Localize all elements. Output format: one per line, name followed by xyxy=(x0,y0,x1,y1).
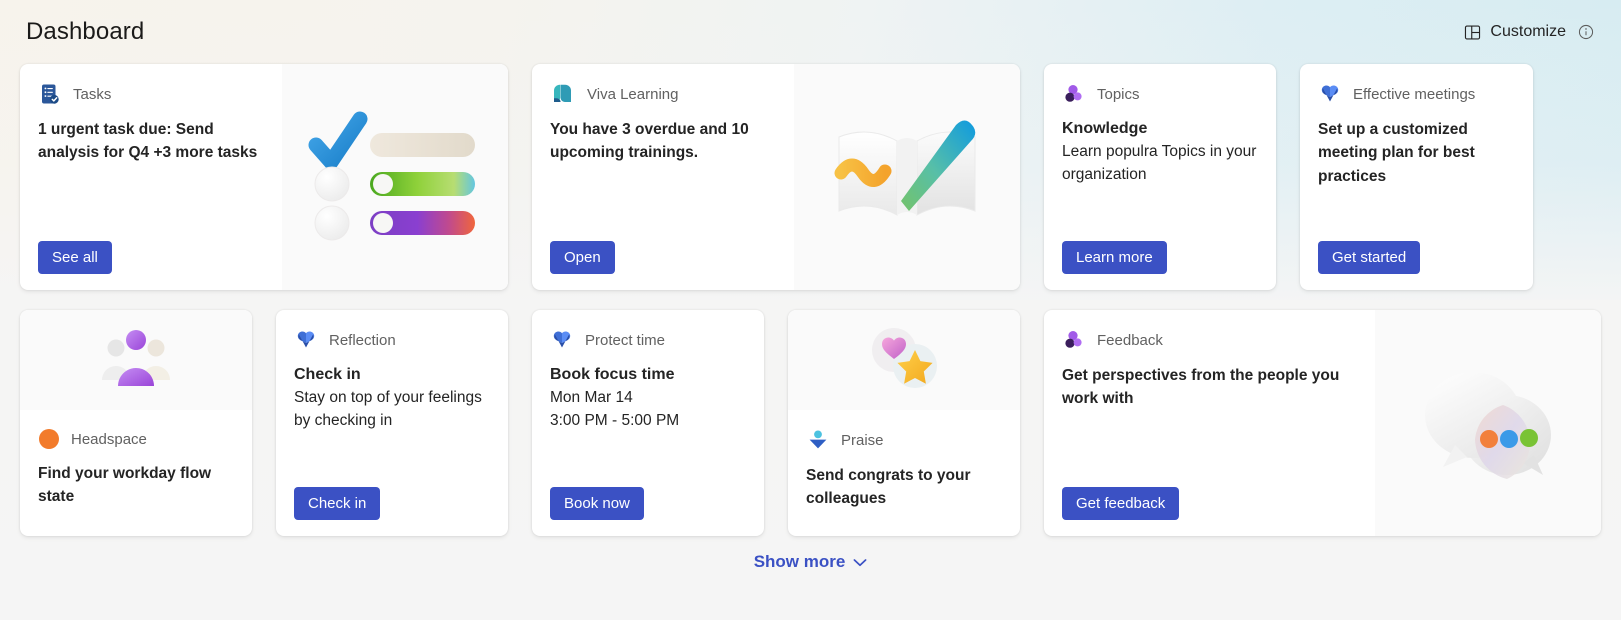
card-effective-meetings-brand-label: Effective meetings xyxy=(1353,85,1476,103)
card-praise-art xyxy=(788,310,1020,410)
cards-row-2: Headspace Find your workday flow state R… xyxy=(0,310,1621,536)
book-now-button[interactable]: Book now xyxy=(550,487,644,520)
card-viva-learning-art xyxy=(794,64,1020,290)
card-reflection-brand: Reflection xyxy=(294,328,490,352)
customize-label: Customize xyxy=(1490,23,1566,40)
check-in-button[interactable]: Check in xyxy=(294,487,381,520)
open-button[interactable]: Open xyxy=(550,241,615,274)
card-headspace-body: Headspace Find your workday flow state xyxy=(20,410,252,536)
card-viva-learning-body: Viva Learning You have 3 overdue and 10 … xyxy=(532,64,794,290)
card-effective-meetings[interactable]: Effective meetings Set up a customized m… xyxy=(1300,64,1533,290)
heart-and-star-illustration xyxy=(858,322,950,398)
card-topics-body: Topics Knowledge Learn populra Topics in… xyxy=(1044,64,1276,290)
see-all-button[interactable]: See all xyxy=(38,241,112,274)
header-actions: Customize xyxy=(1461,19,1595,46)
card-feedback-brand-label: Feedback xyxy=(1097,331,1163,349)
card-effective-meetings-headline: Set up a customized meeting plan for bes… xyxy=(1318,121,1475,185)
topics-icon xyxy=(1062,328,1086,352)
layout-grid-icon xyxy=(1463,23,1482,42)
learn-more-button[interactable]: Learn more xyxy=(1062,241,1167,274)
card-headspace[interactable]: Headspace Find your workday flow state xyxy=(20,310,252,536)
tasks-checklist-icon xyxy=(38,82,62,106)
cards-row-1: Tasks 1 urgent task due: Send analysis f… xyxy=(0,64,1621,290)
card-topics-brand-label: Topics xyxy=(1097,85,1140,103)
viva-insights-icon xyxy=(294,328,318,352)
card-protect-time-time: 3:00 PM - 5:00 PM xyxy=(550,411,680,429)
card-feedback-brand: Feedback xyxy=(1062,328,1357,352)
cards-board: Tasks 1 urgent task due: Send analysis f… xyxy=(0,64,1621,536)
card-tasks-art xyxy=(282,64,508,290)
card-topics-sub: Learn populra Topics in your organizatio… xyxy=(1062,142,1257,183)
card-topics[interactable]: Topics Knowledge Learn populra Topics in… xyxy=(1044,64,1276,290)
topics-icon xyxy=(1062,82,1086,106)
card-protect-time-headline: Book focus time xyxy=(550,366,675,383)
get-started-button[interactable]: Get started xyxy=(1318,241,1421,274)
card-feedback[interactable]: Feedback Get perspectives from the peopl… xyxy=(1044,310,1601,536)
info-circle-icon[interactable] xyxy=(1577,23,1595,41)
card-reflection-sub: Stay on top of your feelings by checking… xyxy=(294,388,482,429)
customize-button[interactable]: Customize xyxy=(1461,19,1568,46)
card-effective-meetings-body: Effective meetings Set up a customized m… xyxy=(1300,64,1533,290)
card-effective-meetings-brand: Effective meetings xyxy=(1318,82,1515,106)
card-headspace-headline: Find your workday flow state xyxy=(38,465,212,506)
card-viva-learning[interactable]: Viva Learning You have 3 overdue and 10 … xyxy=(532,64,1020,290)
card-protect-time-brand: Protect time xyxy=(550,328,746,352)
praise-person-icon xyxy=(806,428,830,452)
card-topics-brand: Topics xyxy=(1062,82,1258,106)
viva-insights-icon xyxy=(1318,82,1342,106)
card-praise-body: Praise Send congrats to your colleagues xyxy=(788,410,1020,536)
card-protect-time-body: Protect time Book focus time Mon Mar 14 … xyxy=(532,310,764,536)
card-viva-learning-brand-label: Viva Learning xyxy=(587,85,679,103)
card-praise-brand: Praise xyxy=(806,428,1002,452)
card-headspace-brand-label: Headspace xyxy=(71,430,147,448)
card-tasks-body: Tasks 1 urgent task due: Send analysis f… xyxy=(20,64,282,290)
card-reflection-headline: Check in xyxy=(294,366,361,383)
card-viva-learning-headline: You have 3 overdue and 10 upcoming train… xyxy=(550,121,749,162)
page-title: Dashboard xyxy=(26,18,145,45)
headspace-dot-icon xyxy=(38,428,60,450)
card-tasks-brand-label: Tasks xyxy=(73,85,112,103)
checklist-illustration xyxy=(300,105,490,250)
card-praise-headline: Send congrats to your colleagues xyxy=(806,467,971,508)
page-header: Dashboard Customize xyxy=(0,0,1621,64)
viva-insights-icon xyxy=(550,328,574,352)
card-reflection-body: Reflection Check in Stay on top of your … xyxy=(276,310,508,536)
card-protect-time-brand-label: Protect time xyxy=(585,331,666,349)
board-footer: Show more xyxy=(0,552,1621,572)
card-tasks[interactable]: Tasks 1 urgent task due: Send analysis f… xyxy=(20,64,508,290)
speech-bubbles-illustration xyxy=(1403,353,1573,493)
book-and-pen-illustration xyxy=(817,107,997,247)
people-illustration xyxy=(90,322,182,398)
card-topics-headline: Knowledge xyxy=(1062,120,1148,137)
card-headspace-brand: Headspace xyxy=(38,428,234,450)
card-praise-brand-label: Praise xyxy=(841,431,884,449)
card-protect-time[interactable]: Protect time Book focus time Mon Mar 14 … xyxy=(532,310,764,536)
card-tasks-headline: 1 urgent task due: Send analysis for Q4 … xyxy=(38,121,258,162)
card-feedback-art xyxy=(1375,310,1601,536)
card-protect-time-date: Mon Mar 14 xyxy=(550,388,633,406)
card-reflection[interactable]: Reflection Check in Stay on top of your … xyxy=(276,310,508,536)
card-praise[interactable]: Praise Send congrats to your colleagues xyxy=(788,310,1020,536)
card-reflection-brand-label: Reflection xyxy=(329,331,396,349)
card-feedback-headline: Get perspectives from the people you wor… xyxy=(1062,367,1340,408)
show-more-button[interactable]: Show more xyxy=(754,552,868,572)
show-more-label: Show more xyxy=(753,552,846,571)
card-headspace-art xyxy=(20,310,252,410)
get-feedback-button[interactable]: Get feedback xyxy=(1062,487,1180,520)
card-feedback-body: Feedback Get perspectives from the peopl… xyxy=(1044,310,1375,536)
viva-learning-icon xyxy=(550,82,576,106)
card-viva-learning-brand: Viva Learning xyxy=(550,82,776,106)
chevron-down-icon xyxy=(853,558,867,567)
card-tasks-brand: Tasks xyxy=(38,82,264,106)
